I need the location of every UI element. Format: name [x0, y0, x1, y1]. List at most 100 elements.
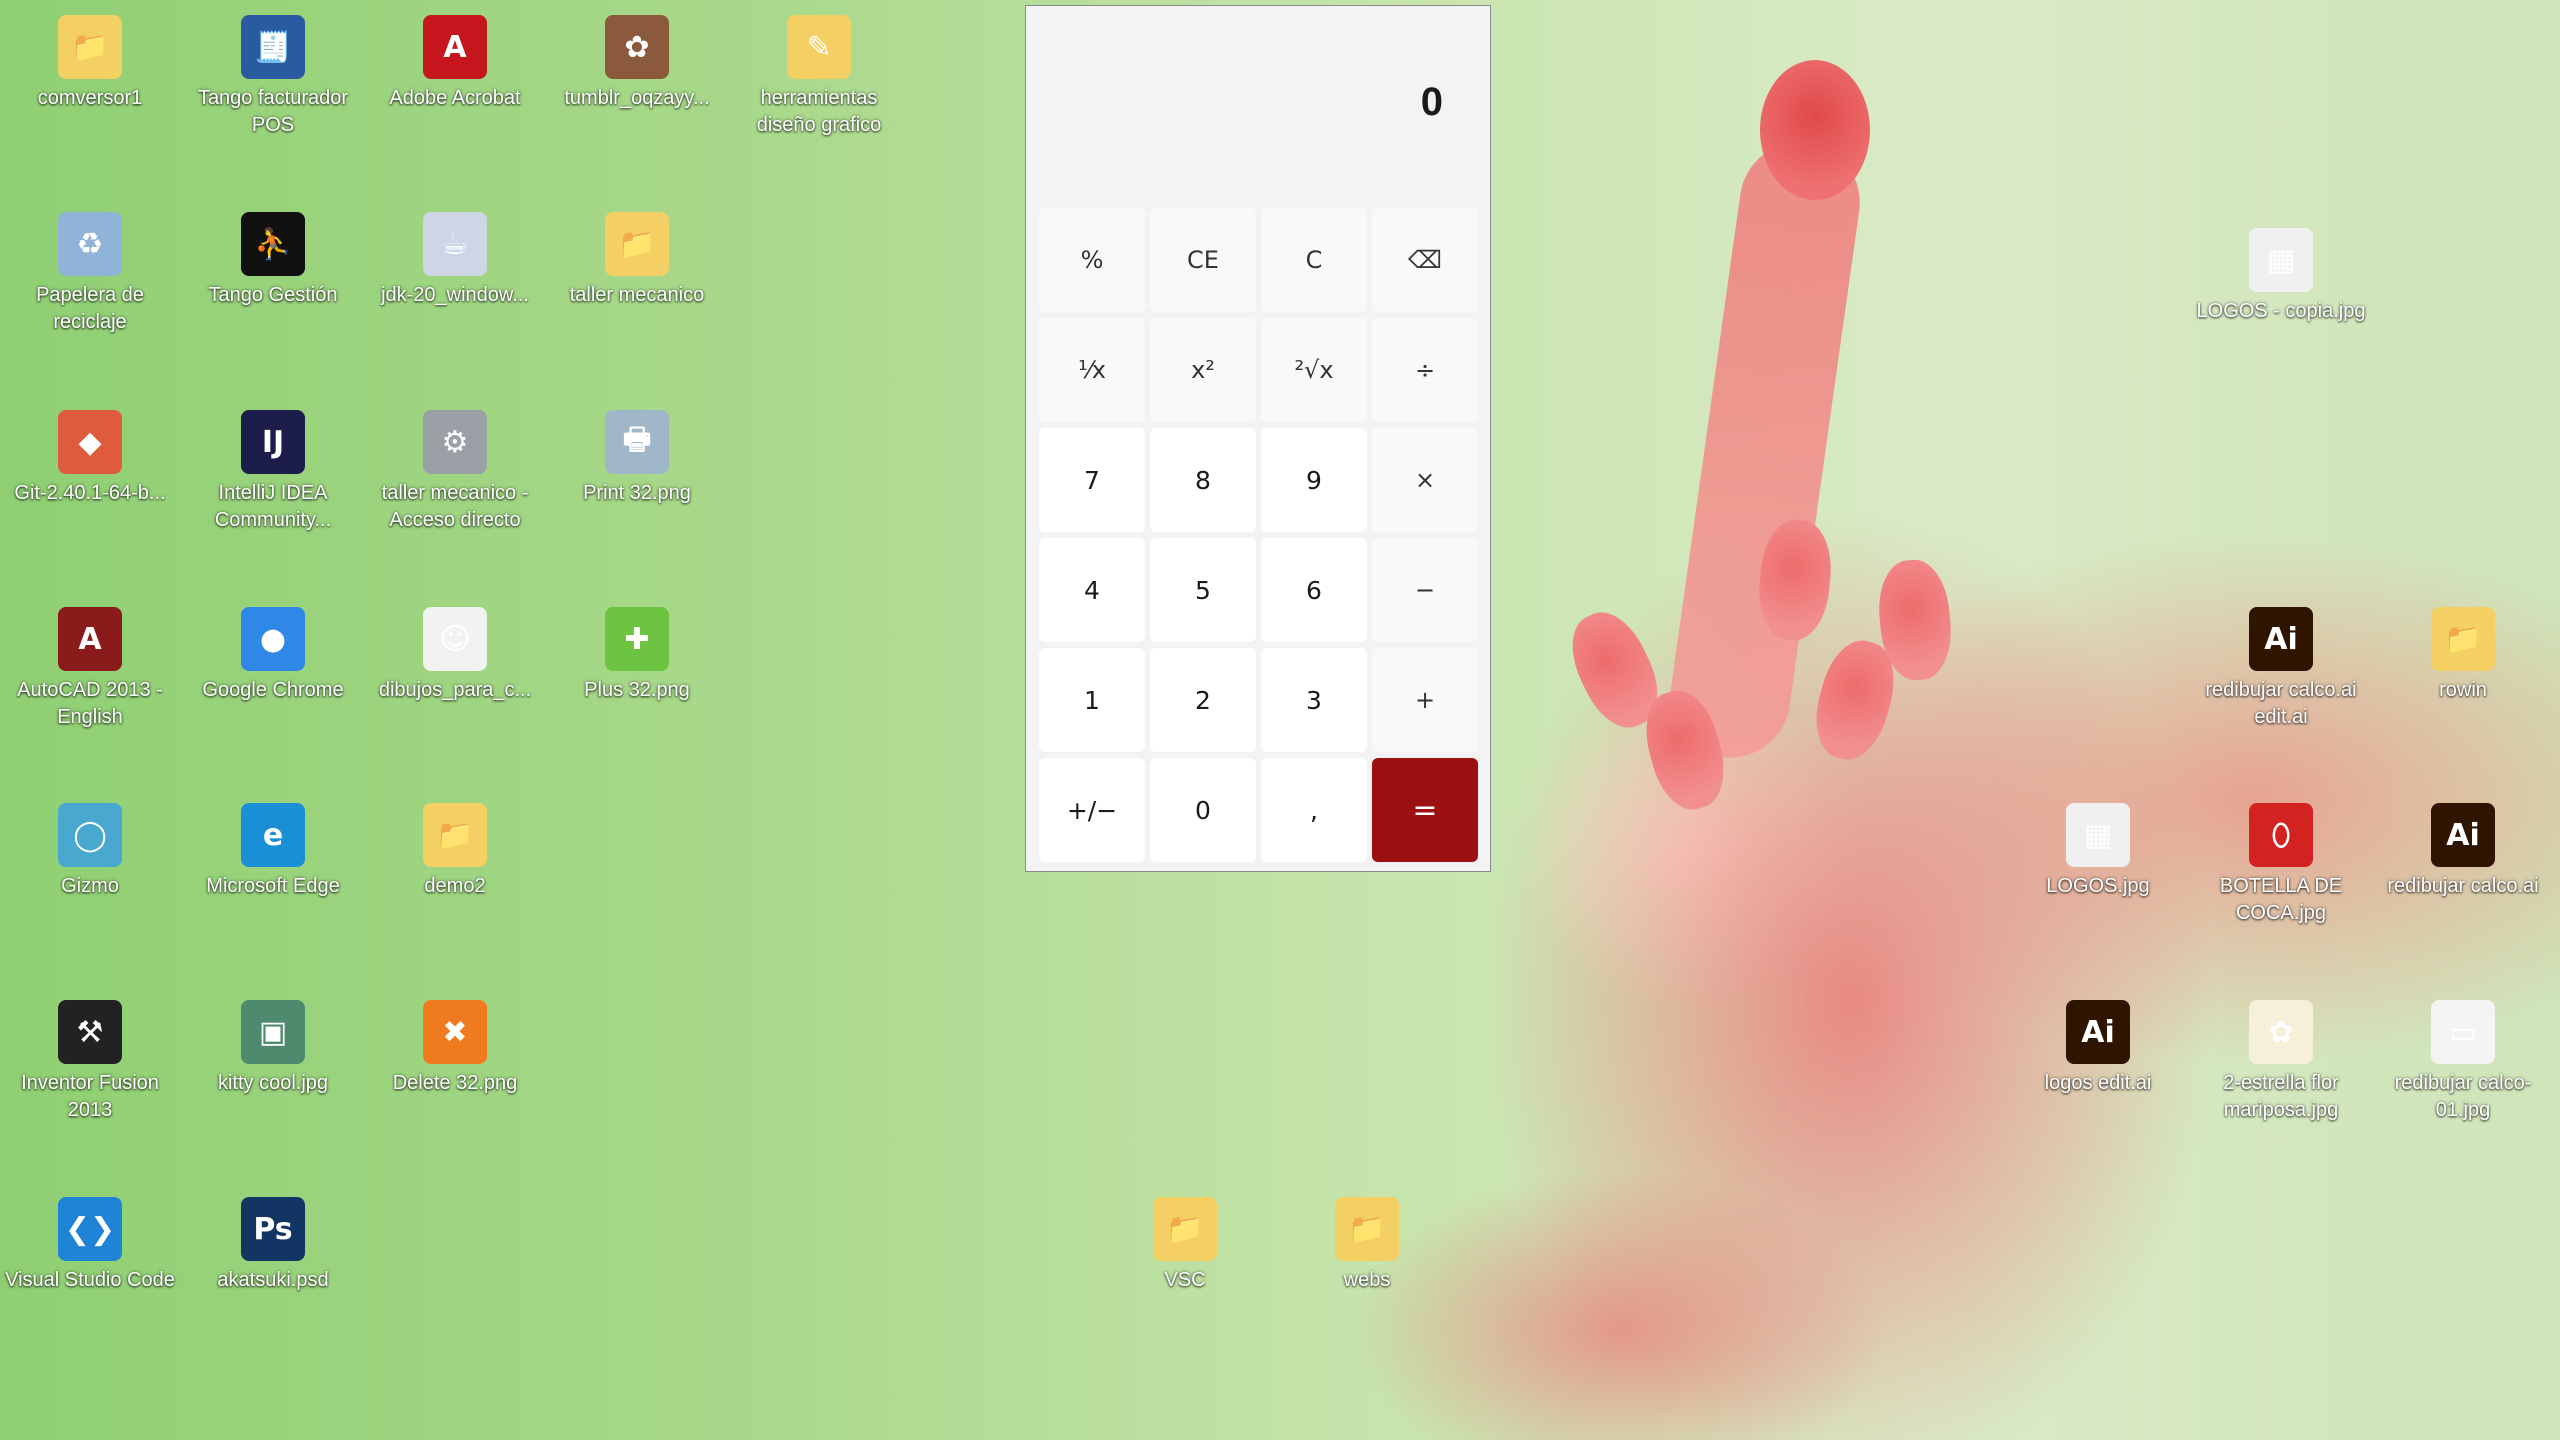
desktop-icon[interactable]: ☺ dibujos_para_c... [370, 607, 540, 704]
desktop-icon-label: kitty cool.jpg [217, 1072, 329, 1094]
desktop-icon[interactable]: ⛹ Tango Gestión [188, 212, 358, 309]
desktop-icon[interactable]: 🧾 Tango facturador POS [188, 15, 358, 139]
square-button[interactable]: x² [1150, 318, 1256, 422]
negate-button[interactable]: +/− [1039, 758, 1145, 862]
desktop-icon-image: ◆ [58, 410, 122, 474]
plus-button[interactable]: + [1372, 648, 1478, 752]
desktop-icon[interactable]: 📁 VSC [1100, 1197, 1270, 1294]
desktop-icon[interactable]: 🖶 Print 32.png [552, 410, 722, 507]
decimal-button[interactable]: , [1261, 758, 1367, 862]
desktop-icon-image: ● [241, 607, 305, 671]
digit-5-button[interactable]: 5 [1150, 538, 1256, 642]
calculator-window[interactable]: 0 % CE C ⌫ ¹⁄x x² ²√x ÷ 7 8 9 × 4 5 6−1 2 3 + +/− 0, = [1025, 5, 1491, 872]
desktop-icon[interactable]: ✿ tumblr_oqzayy... [552, 15, 722, 112]
desktop-icon[interactable]: 📁 taller mecanico [552, 212, 722, 309]
reciprocal-button[interactable]: ¹⁄x [1039, 318, 1145, 422]
desktop-icon-label: Inventor Fusion 2013 [21, 1072, 159, 1121]
digit-0-button[interactable]: 0 [1150, 758, 1256, 862]
minus-button[interactable]: − [1372, 538, 1478, 642]
desktop-icon-label: jdk-20_window... [381, 284, 529, 306]
desktop-icon[interactable]: ◯ Gizmo [5, 803, 175, 900]
desktop-icon[interactable]: ▦ LOGOS.jpg [2013, 803, 2183, 900]
digit-9-button[interactable]: 9 [1261, 428, 1367, 532]
flower-stigma [1760, 60, 1870, 200]
desktop-icon[interactable]: IJ IntelliJ IDEA Community... [188, 410, 358, 534]
desktop-icon-label: BOTELLA DE COCA.jpg [2219, 875, 2343, 924]
equals-button[interactable]: = [1372, 758, 1478, 862]
desktop-icon-label: LOGOS.jpg [2046, 875, 2150, 897]
desktop-icon-label: IntelliJ IDEA Community... [214, 482, 332, 531]
digit-8-button[interactable]: 8 [1150, 428, 1256, 532]
desktop-icon[interactable]: 📁 comversor1 [5, 15, 175, 112]
percent-button[interactable]: % [1039, 208, 1145, 312]
desktop-icon-label: Visual Studio Code [5, 1269, 175, 1291]
desktop-icon[interactable]: ⚒ Inventor Fusion 2013 [5, 1000, 175, 1124]
desktop-icon[interactable]: e Microsoft Edge [188, 803, 358, 900]
desktop-icon-image: Ai [2431, 803, 2495, 867]
desktop-icon-image: ⬯ [2249, 803, 2313, 867]
desktop-icon[interactable]: ☕ jdk-20_window... [370, 212, 540, 309]
desktop-icon[interactable]: 📁 rowin [2378, 607, 2548, 704]
root-button[interactable]: ²√x [1261, 318, 1367, 422]
desktop-icon-label: Print 32.png [583, 482, 691, 504]
desktop-icon-image: e [241, 803, 305, 867]
desktop-icon-image: ☺ [423, 607, 487, 671]
desktop-icon-image: ▦ [2249, 228, 2313, 292]
desktop-icon-image: 🖶 [605, 410, 669, 474]
desktop-icon[interactable]: ▦ LOGOS - copia.jpg [2196, 228, 2366, 325]
desktop-icon[interactable]: Ai logos edit.ai [2013, 1000, 2183, 1097]
digit-3-button[interactable]: 3 [1261, 648, 1367, 752]
desktop-icon-label: Adobe Acrobat [389, 87, 521, 109]
desktop-icon[interactable]: ◆ Git-2.40.1-64-b... [5, 410, 175, 507]
desktop-icon-label: dibujos_para_c... [378, 679, 532, 701]
desktop-icon-image: ❮❯ [58, 1197, 122, 1261]
desktop-icon[interactable]: Ps akatsuki.psd [188, 1197, 358, 1294]
desktop-icon[interactable]: ✿ 2-estrella flor mariposa.jpg [2196, 1000, 2366, 1124]
clear-button[interactable]: C [1261, 208, 1367, 312]
desktop-icon[interactable]: ⬯ BOTELLA DE COCA.jpg [2196, 803, 2366, 927]
desktop-icon[interactable]: ✚ Plus 32.png [552, 607, 722, 704]
desktop-icon-image: ⚙ [423, 410, 487, 474]
desktop-icon-label: Google Chrome [202, 679, 344, 701]
desktop-icon-label: taller mecanico - Acceso directo [381, 482, 529, 531]
divide-button[interactable]: ÷ [1372, 318, 1478, 422]
desktop-icon-image: ✚ [605, 607, 669, 671]
digit-7-button[interactable]: 7 [1039, 428, 1145, 532]
desktop-icon[interactable]: ♻ Papelera de reciclaje [5, 212, 175, 336]
desktop-icon[interactable]: 📁 webs [1282, 1197, 1452, 1294]
desktop-icon-label: Microsoft Edge [206, 875, 340, 897]
desktop-icon-image: 📁 [423, 803, 487, 867]
digit-2-button[interactable]: 2 [1150, 648, 1256, 752]
desktop-icon-label: redibujar calco.ai [2387, 875, 2539, 897]
desktop-icon-image: ✿ [2249, 1000, 2313, 1064]
digit-1-button[interactable]: 1 [1039, 648, 1145, 752]
desktop-icon-label: taller mecanico [569, 284, 705, 306]
desktop-icon-label: 2-estrella flor mariposa.jpg [2223, 1072, 2339, 1121]
desktop-icon-label: VSC [1164, 1269, 1206, 1291]
multiply-button[interactable]: × [1372, 428, 1478, 532]
desktop-icon[interactable]: ● Google Chrome [188, 607, 358, 704]
desktop-icon[interactable]: Ai redibujar calco.ai edit.ai [2196, 607, 2366, 731]
backspace-button[interactable]: ⌫ [1372, 208, 1478, 312]
desktop-icon[interactable]: Ai redibujar calco.ai [2378, 803, 2548, 900]
desktop-icon[interactable]: ▣ kitty cool.jpg [188, 1000, 358, 1097]
desktop-icon-image: ✎ [787, 15, 851, 79]
desktop-icon[interactable]: ✖ Delete 32.png [370, 1000, 540, 1097]
digit-4-button[interactable]: 4 [1039, 538, 1145, 642]
desktop-icon-image: ◯ [58, 803, 122, 867]
digit-6-button[interactable]: 6 [1261, 538, 1367, 642]
desktop-icon-image: ♻ [58, 212, 122, 276]
desktop-icon[interactable]: ⚙ taller mecanico - Acceso directo [370, 410, 540, 534]
desktop-icon[interactable]: 📁 demo2 [370, 803, 540, 900]
desktop-icon[interactable]: ▭ redibujar calco-01.jpg [2378, 1000, 2548, 1124]
desktop-icon-image: Ai [2066, 1000, 2130, 1064]
desktop-icon[interactable]: A Adobe Acrobat [370, 15, 540, 112]
desktop-icon[interactable]: ✎ herramientas diseño grafico [734, 15, 904, 139]
clear-entry-button[interactable]: CE [1150, 208, 1256, 312]
desktop-icon-label: webs [1343, 1269, 1391, 1291]
desktop-icon-image: 📁 [58, 15, 122, 79]
desktop-icon[interactable]: A AutoCAD 2013 - English [5, 607, 175, 731]
desktop-icon-image: Ps [241, 1197, 305, 1261]
desktop-icon[interactable]: ❮❯ Visual Studio Code [5, 1197, 175, 1294]
desktop-icon-image: ▭ [2431, 1000, 2495, 1064]
